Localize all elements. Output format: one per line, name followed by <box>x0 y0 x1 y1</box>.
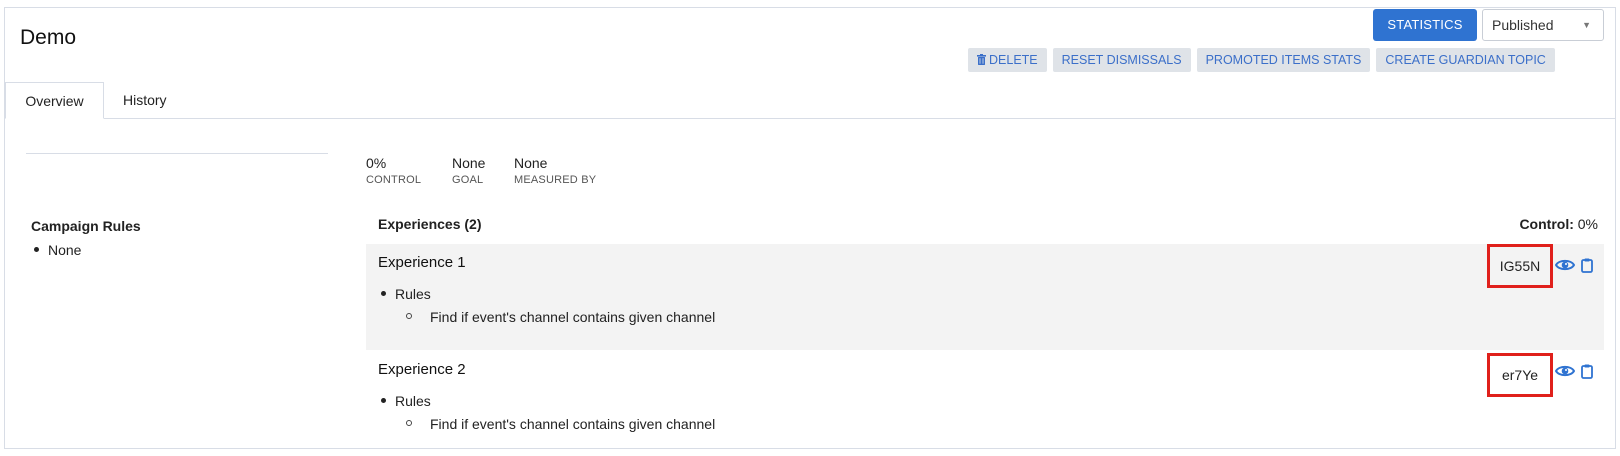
experience-rules: Rules <box>381 393 431 409</box>
rules-label: Rules <box>395 286 431 302</box>
statistics-button[interactable]: STATISTICS <box>1373 9 1477 41</box>
eye-icon[interactable] <box>1554 258 1576 272</box>
stat-value: None <box>452 155 486 171</box>
eye-icon[interactable] <box>1554 364 1576 378</box>
stat-control: 0% CONTROL <box>366 155 421 186</box>
stat-value: None <box>514 155 548 171</box>
control-value: 0% <box>1577 216 1598 232</box>
stat-measured-by: None MEASURED BY <box>514 155 596 186</box>
promoted-items-stats-button[interactable]: PROMOTED ITEMS STATS <box>1196 48 1371 72</box>
experience-rule: Find if event's channel contains given c… <box>406 309 715 325</box>
reset-dismissals-button[interactable]: RESET DISMISSALS <box>1052 48 1191 72</box>
create-guardian-topic-button[interactable]: CREATE GUARDIAN TOPIC <box>1376 48 1555 72</box>
stat-label: GOAL <box>452 174 484 186</box>
tab-overview[interactable]: Overview <box>5 82 104 119</box>
tabs-divider <box>5 118 1615 119</box>
rule-text: Find if event's channel contains given c… <box>430 309 716 325</box>
campaign-rules-item: None <box>34 242 81 258</box>
experience-card: Experience 1 Rules Find if event's chann… <box>366 244 1604 350</box>
control-summary: Control: 0% <box>1519 216 1598 232</box>
control-label: Control: <box>1519 216 1574 232</box>
page-title: Demo <box>20 26 77 49</box>
campaign-rule-text: None <box>48 242 82 258</box>
circle-bullet-icon <box>406 420 412 426</box>
circle-bullet-icon <box>406 313 412 319</box>
tab-history[interactable]: History <box>123 82 167 119</box>
experience-rule: Find if event's channel contains given c… <box>406 416 715 432</box>
bullet-icon <box>381 398 386 403</box>
clipboard-icon[interactable] <box>1581 258 1593 273</box>
experience-card: Experience 2 Rules Find if event's chann… <box>366 351 1604 456</box>
stat-goal: None GOAL <box>452 155 485 186</box>
bullet-icon <box>34 247 39 252</box>
experiences-heading: Experiences (2) <box>378 216 482 232</box>
bullet-icon <box>381 291 386 296</box>
rule-text: Find if event's channel contains given c… <box>430 416 716 432</box>
experience-code: IG55N <box>1487 244 1553 288</box>
status-select-value: Published <box>1492 17 1554 33</box>
stat-label: CONTROL <box>366 174 422 186</box>
experience-name: Experience 1 <box>378 254 466 271</box>
chevron-down-icon: ▼ <box>1582 20 1591 30</box>
experience-code: er7Ye <box>1487 353 1553 397</box>
trash-icon <box>977 54 986 65</box>
status-select[interactable]: Published ▼ <box>1482 9 1604 41</box>
experience-name: Experience 2 <box>378 361 466 378</box>
delete-button[interactable]: DELETE <box>968 48 1047 72</box>
stat-label: MEASURED BY <box>514 174 597 186</box>
experience-rules: Rules <box>381 286 431 302</box>
divider <box>26 153 328 154</box>
action-bar: DELETE RESET DISMISSALS PROMOTED ITEMS S… <box>968 48 1555 72</box>
campaign-rules-title: Campaign Rules <box>31 218 141 234</box>
rules-label: Rules <box>395 393 431 409</box>
clipboard-icon[interactable] <box>1581 364 1593 379</box>
stat-value: 0% <box>366 155 387 171</box>
delete-label: DELETE <box>989 53 1038 67</box>
